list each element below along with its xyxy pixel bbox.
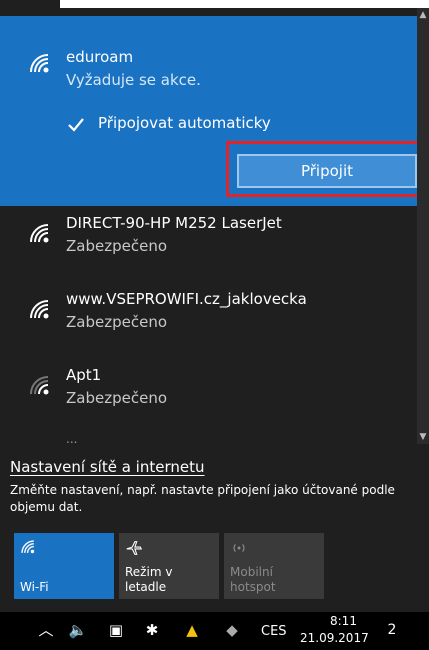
wifi-icon [30,54,49,73]
network-name: Apt1 [66,366,102,384]
network-status: Zabezpečeno [66,237,168,255]
network-name: www.VSEPROWIFI.cz_jaklovecka [66,290,307,308]
notifications-icon[interactable]: 2 [382,620,402,640]
network-settings-link[interactable]: Nastavení sítě a internetu [10,458,204,476]
autoconnect-label: Připojovat automaticky [98,114,271,132]
network-icon[interactable]: ✱ [142,620,162,640]
airplane-icon [126,541,143,555]
chevron-up-icon[interactable]: ︿ [36,620,56,640]
hotspot-icon [233,544,245,552]
scroll-up-icon[interactable]: ▲ [417,8,429,22]
volume-icon[interactable]: 🔈 [68,620,88,640]
top-strip [0,0,429,8]
network-name: eduroam [66,48,134,66]
display-icon[interactable]: ▣ [106,620,126,640]
wifi-icon [30,224,49,243]
sync-icon[interactable]: ◆ [222,620,242,640]
checkbox-check-icon[interactable] [66,115,86,135]
tile-label: Wi-Fi [20,580,49,594]
taskbar: ︿ 🔈 ▣ ✱ ▲ ◆ CES 8:11 21.09.2017 2 [0,612,429,650]
network-item-active[interactable]: eduroam Vyžaduje se akce. Připojovat aut… [0,16,417,206]
network-item[interactable]: www.VSEPROWIFI.cz_jaklovecka Zabezpečeno [0,282,417,356]
clock-time[interactable]: 8:11 [330,614,357,628]
wifi-weak-icon [30,376,49,395]
scroll-down-icon[interactable]: ▼ [417,430,429,444]
connect-button[interactable]: Připojit [237,154,417,188]
network-list: eduroam Vyžaduje se akce. Připojovat aut… [0,8,417,444]
scrollbar[interactable]: ▲ ▼ [417,8,429,444]
network-item-partial[interactable]: ... [66,432,77,444]
wifi-icon [21,540,35,554]
network-item[interactable]: Apt1 Zabezpečeno [0,358,417,432]
network-name: DIRECT-90-HP M252 LaserJet [66,214,282,232]
tile-wifi[interactable]: Wi-Fi [14,533,114,599]
settings-description: Změňte nastavení, např. nastavte připoje… [10,483,395,514]
input-language[interactable]: CES [261,624,287,639]
google-drive-icon[interactable]: ▲ [182,620,202,640]
tile-label: Mobilní hotspot [230,565,276,594]
network-status: Zabezpečeno [66,389,168,407]
tile-mobile-hotspot[interactable]: Mobilní hotspot [224,533,324,599]
tile-airplane-mode[interactable]: Režim v letadle [119,533,219,599]
tile-label: Režim v letadle [125,565,173,594]
clock-date[interactable]: 21.09.2017 [300,631,369,645]
network-status: Zabezpečeno [66,313,168,331]
network-item[interactable]: DIRECT-90-HP M252 LaserJet Zabezpečeno [0,206,417,280]
wifi-icon [30,300,49,319]
network-status: Vyžaduje se akce. [66,71,201,89]
network-flyout: eduroam Vyžaduje se akce. Připojovat aut… [0,8,429,612]
